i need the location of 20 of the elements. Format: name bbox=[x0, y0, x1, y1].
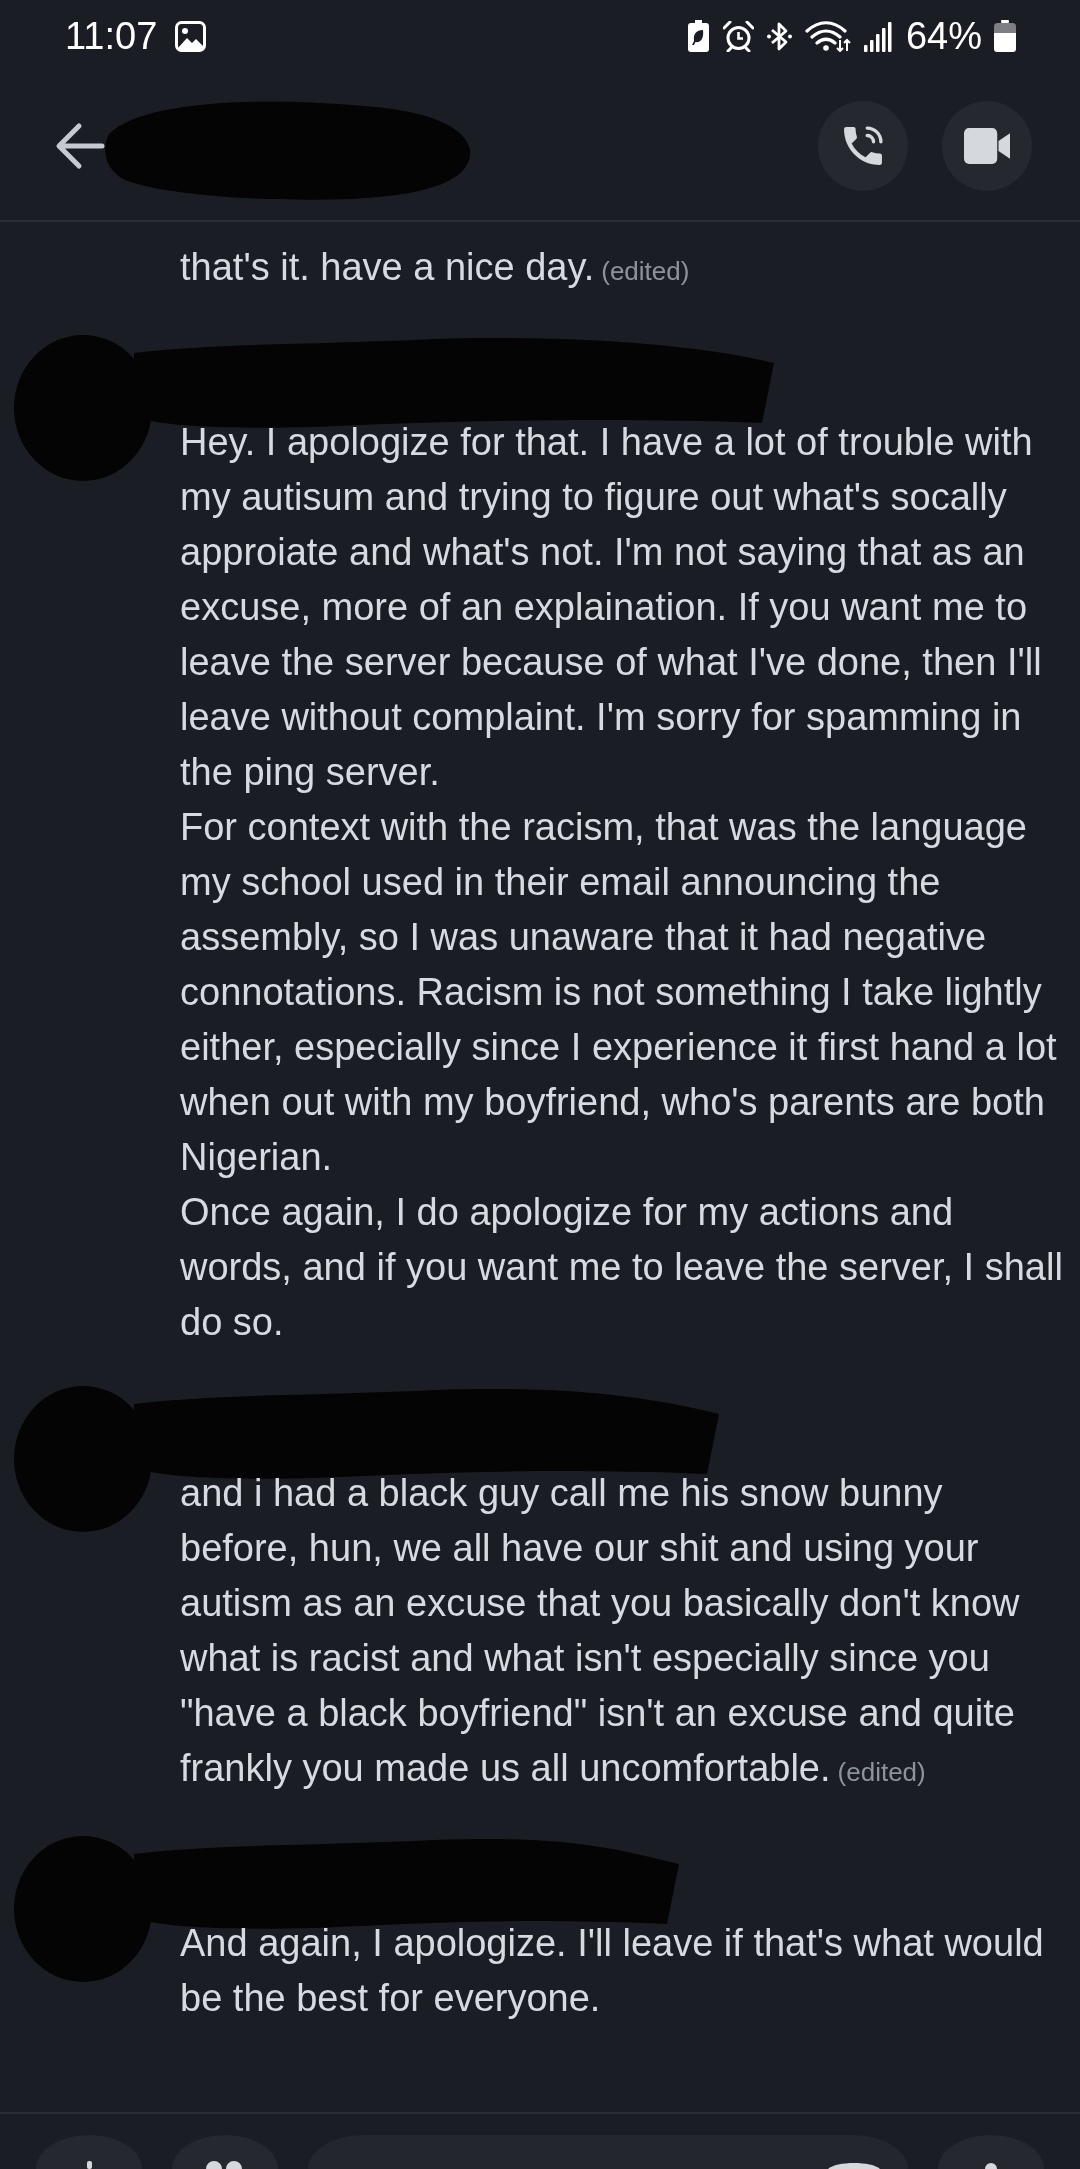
back-button[interactable] bbox=[55, 122, 105, 170]
dots-icon bbox=[206, 2161, 244, 2169]
battery-leaf-icon bbox=[685, 20, 711, 52]
message-text: and i had a black guy call me his snow bunny before, hun, we all have our shit and using your autism as an excuse that you basically don't know what is racist and what isn't especially since you "have a black boyfriend" isn't an excuse and quite frankly you made us all uncomfortable. (edited) bbox=[180, 1471, 1021, 1791]
wifi-icon bbox=[804, 20, 852, 52]
bluetooth-icon bbox=[765, 20, 793, 52]
image-icon bbox=[175, 20, 207, 52]
status-time: 11:07 bbox=[65, 14, 158, 58]
phone-icon bbox=[843, 126, 883, 166]
message-text: Hey. I apologize for that. I have a lot of trouble with my autisum and trying to figure out what's socally approiate and what's not. I'm not saying that as an excuse, more of an explaination. If you want me to leave the server because of what I've done, then I'll leave without complaint. I'm sorry for spamming in the ping server. bbox=[180, 420, 1043, 795]
message-text: And again, I apologize. I'll leave if that's what would be the best for everyone. bbox=[180, 1921, 1045, 2021]
video-camera-icon bbox=[964, 128, 1010, 164]
message-text: For context with the racism, that was the language my school used in their email announcing the assembly, so I was unaware that it had negative connotations. Racism is not something I take lightly either, especially since I experience it first hand a lot when out with my boyfriend, who's parents are both Nigerian. bbox=[180, 805, 1058, 1180]
message-text: Once again, I do apologize for my actions and words, and if you want me to leave the server, I shall do so. bbox=[180, 1190, 1064, 1345]
battery-percent: 64% bbox=[905, 14, 982, 58]
alarm-icon bbox=[722, 20, 754, 52]
battery-icon bbox=[994, 20, 1016, 52]
message-text: that's it. have a nice day. (edited) bbox=[180, 245, 691, 290]
signal-icon bbox=[863, 20, 892, 52]
plus-icon bbox=[86, 2161, 92, 2169]
